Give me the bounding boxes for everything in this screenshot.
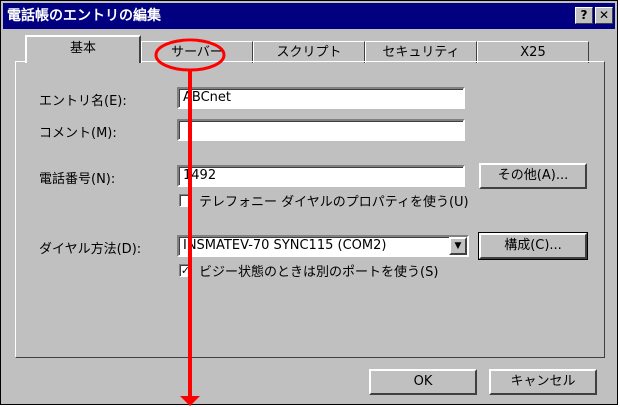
annotation-overlay xyxy=(154,38,226,406)
arrow-head xyxy=(180,396,200,406)
highlight-ellipse xyxy=(154,38,226,72)
